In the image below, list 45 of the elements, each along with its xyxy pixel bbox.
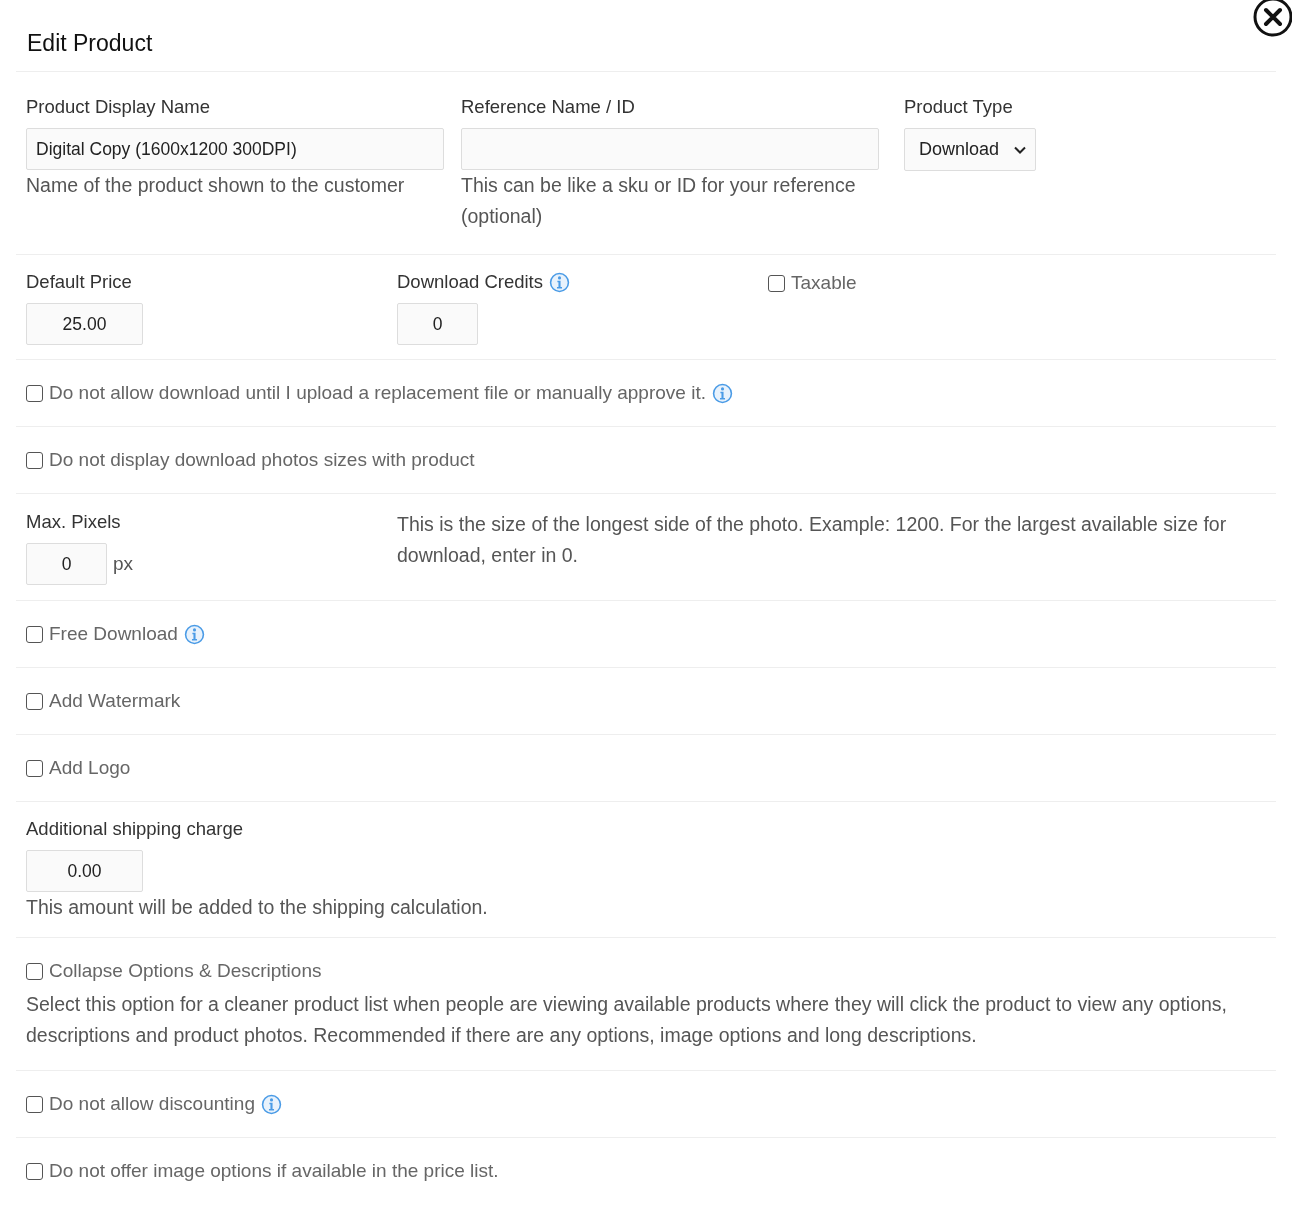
checkbox-label: Collapse Options & Descriptions [49,959,322,983]
info-icon[interactable] [711,382,733,404]
field-label: Product Display Name [26,95,211,119]
checkbox[interactable] [26,692,43,710]
product-type-select[interactable]: Download [904,128,1037,171]
help-text: This amount will be added to the shipping calculation. [26,895,488,920]
field-label: Additional shipping charge [26,817,243,841]
input-field[interactable]: Digital Copy (1600x1200 300DPI) [26,128,444,170]
field-label: Download Credits [397,270,543,294]
unit-label: px [113,553,134,575]
checkbox[interactable] [26,451,43,469]
checkbox-label: Add Logo [49,756,131,780]
info-icon[interactable] [183,623,205,645]
checkbox-label: Do not offer image options if available in the price list. [49,1159,499,1183]
checkbox[interactable] [768,274,785,292]
dialog-title: Edit Product [27,30,153,57]
checkbox[interactable] [26,625,43,643]
checkbox-label: Do not allow download until I upload a replacement file or manually approve it. [49,381,706,405]
field-label: Reference Name / ID [461,95,635,119]
input-field[interactable]: 0 [26,543,107,585]
checkbox[interactable] [26,759,43,777]
info-icon[interactable] [549,271,570,293]
checkbox[interactable] [26,1095,43,1113]
info-icon[interactable] [260,1093,282,1115]
chevron-down-icon [1013,144,1028,155]
checkbox[interactable] [26,384,43,402]
field-label: Max. Pixels [26,510,121,534]
help-text: This can be like a sku or ID for your reference (optional) [461,173,857,229]
checkbox-label: Do not display download photos sizes with product [49,448,475,472]
field-label: Product Type [904,95,1013,119]
input-field[interactable] [461,128,879,170]
help-text: Select this option for a cleaner product list when people are viewing available products where they will click the product to view any options, descriptions and product photos. Recommended if there are any options, image options and long descriptions. [26,992,1228,1048]
checkbox[interactable] [26,962,43,980]
help-text: Name of the product shown to the customer [26,173,405,198]
checkbox[interactable] [26,1162,43,1180]
checkbox-label: Free Download [49,622,178,646]
input-field[interactable]: 25.00 [26,303,143,345]
checkbox-label: Do not allow discounting [49,1092,255,1116]
input-field[interactable]: 0.00 [26,850,143,892]
close-icon[interactable] [1252,0,1292,38]
checkbox-label: Add Watermark [49,689,181,713]
checkbox-label: Taxable [791,271,857,295]
help-text: This is the size of the longest side of the photo. Example: 1200. For the largest available size for download, enter in 0. [397,512,1228,568]
input-field[interactable]: 0 [397,303,478,345]
field-label: Default Price [26,270,132,294]
